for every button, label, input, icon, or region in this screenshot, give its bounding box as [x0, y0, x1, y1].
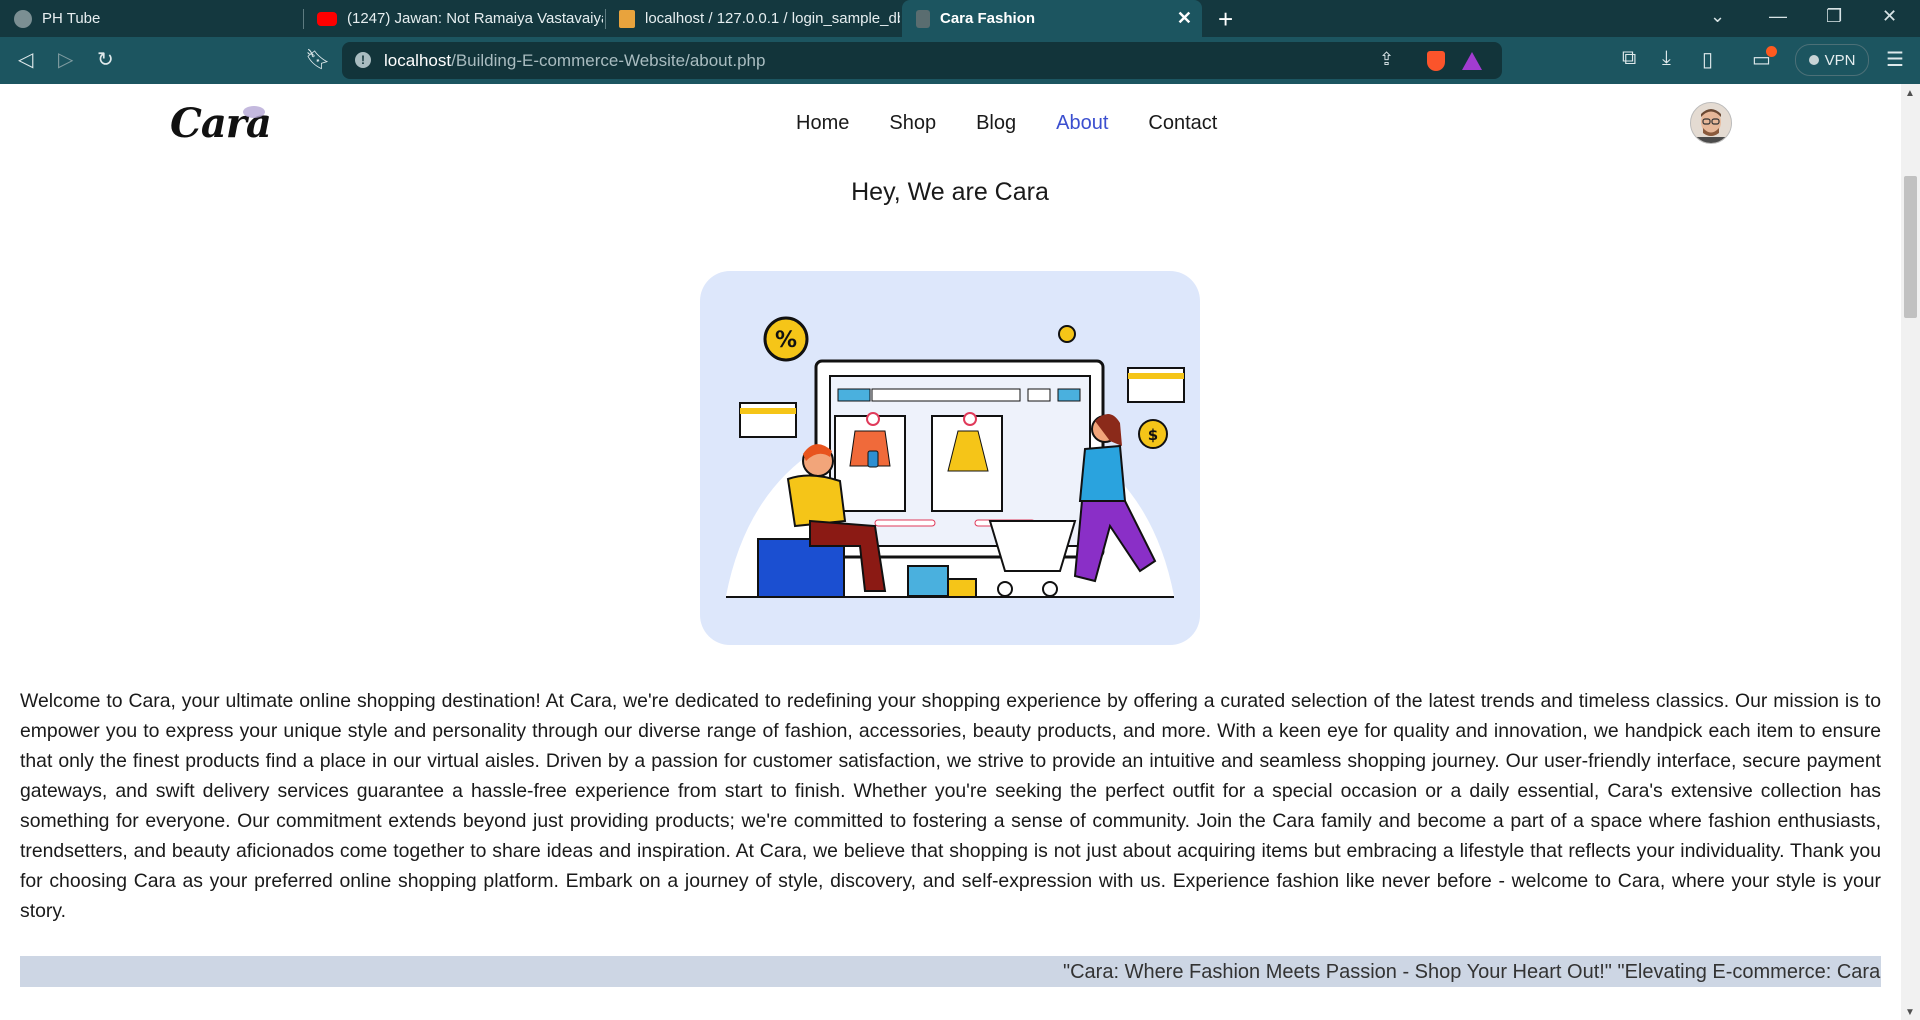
tab-title: Cara Fashion	[940, 10, 1036, 27]
bookmark-icon[interactable]: 🔖︎	[305, 47, 330, 72]
brave-rewards-icon[interactable]	[1462, 52, 1482, 70]
new-tab-icon[interactable]: +	[1218, 4, 1233, 35]
site-info-icon[interactable]: !	[355, 52, 371, 68]
slogan-marquee: "Cara: Where Fashion Meets Passion - Sho…	[20, 956, 1881, 987]
tab-phpmyadmin[interactable]: localhost / 127.0.0.1 / login_sample_db	[605, 0, 900, 37]
scrollbar-thumb[interactable]	[1904, 176, 1917, 318]
close-window-icon[interactable]: ✕	[1882, 6, 1897, 27]
scroll-down-icon[interactable]: ▼	[1905, 1007, 1915, 1018]
restore-icon[interactable]: ❐	[1826, 6, 1842, 27]
browser-toolbar: ◁ ▷ ↻ 🔖︎ ! localhost/Building-E-commerce…	[0, 37, 1920, 84]
tab-title: PH Tube	[42, 10, 101, 27]
about-illustration: % $	[700, 271, 1200, 645]
nav-blog[interactable]: Blog	[976, 112, 1016, 135]
url-text[interactable]: localhost/Building-E-commerce-Website/ab…	[384, 51, 765, 71]
svg-text:$: $	[1148, 426, 1158, 444]
sidebar-icon[interactable]: ▯	[1702, 47, 1713, 72]
notification-dot-icon	[1766, 46, 1777, 57]
tab-youtube[interactable]: (1247) Jawan: Not Ramaiya Vastavaiya	[303, 0, 603, 37]
url-host: localhost	[384, 51, 452, 70]
minimize-icon[interactable]: —	[1769, 6, 1787, 27]
vpn-label: VPN	[1824, 51, 1856, 69]
browser-tab-bar: PH Tube (1247) Jawan: Not Ramaiya Vastav…	[0, 0, 1920, 37]
nav-contact[interactable]: Contact	[1148, 112, 1217, 135]
url-path: /Building-E-commerce-Website/about.php	[451, 51, 766, 70]
brave-shields-icon[interactable]	[1427, 51, 1445, 71]
cara-favicon-icon	[916, 9, 930, 28]
share-icon[interactable]: ⇪	[1379, 49, 1394, 70]
user-avatar-icon	[1691, 103, 1731, 143]
youtube-icon	[317, 11, 337, 26]
tab-cara-fashion[interactable]: Cara Fashion ✕	[902, 0, 1202, 37]
nav-home[interactable]: Home	[796, 112, 849, 135]
close-tab-icon[interactable]: ✕	[1177, 8, 1192, 29]
back-icon[interactable]: ◁	[18, 47, 33, 72]
about-paragraph: Welcome to Cara, your ultimate online sh…	[20, 690, 1881, 922]
svg-text:%: %	[775, 328, 797, 353]
page-scrollbar[interactable]: ▲ ▼	[1901, 84, 1920, 1020]
logo-flower-icon	[243, 106, 265, 118]
user-avatar[interactable]	[1690, 102, 1732, 144]
tab-title: localhost / 127.0.0.1 / login_sample_db	[645, 10, 900, 27]
reload-icon[interactable]: ↻	[97, 47, 114, 72]
page-title: Hey, We are Cara	[851, 178, 1049, 206]
tab-list-chevron-icon[interactable]: ⌄	[1710, 6, 1725, 27]
extensions-icon[interactable]: ⧉	[1622, 47, 1636, 70]
scroll-up-icon[interactable]: ▲	[1905, 88, 1915, 99]
vpn-button[interactable]: VPN	[1795, 44, 1869, 76]
globe-icon	[14, 9, 32, 28]
vpn-status-icon	[1808, 55, 1819, 65]
menu-icon[interactable]: ☰	[1886, 47, 1904, 72]
forward-icon[interactable]: ▷	[58, 47, 73, 72]
phpmyadmin-icon	[619, 9, 635, 28]
marquee-text: "Cara: Where Fashion Meets Passion - Sho…	[1063, 961, 1881, 983]
nav-about[interactable]: About	[1056, 112, 1108, 135]
tab-ph-tube[interactable]: PH Tube	[0, 0, 300, 37]
main-nav: Home Shop Blog About Contact	[796, 112, 1217, 135]
nav-shop[interactable]: Shop	[889, 112, 936, 135]
downloads-icon[interactable]: ⤓	[1662, 47, 1671, 70]
shopping-illustration-icon: % $	[726, 316, 1185, 598]
address-bar[interactable]: ! localhost/Building-E-commerce-Website/…	[342, 42, 1502, 79]
tab-title: (1247) Jawan: Not Ramaiya Vastavaiya	[347, 10, 603, 27]
